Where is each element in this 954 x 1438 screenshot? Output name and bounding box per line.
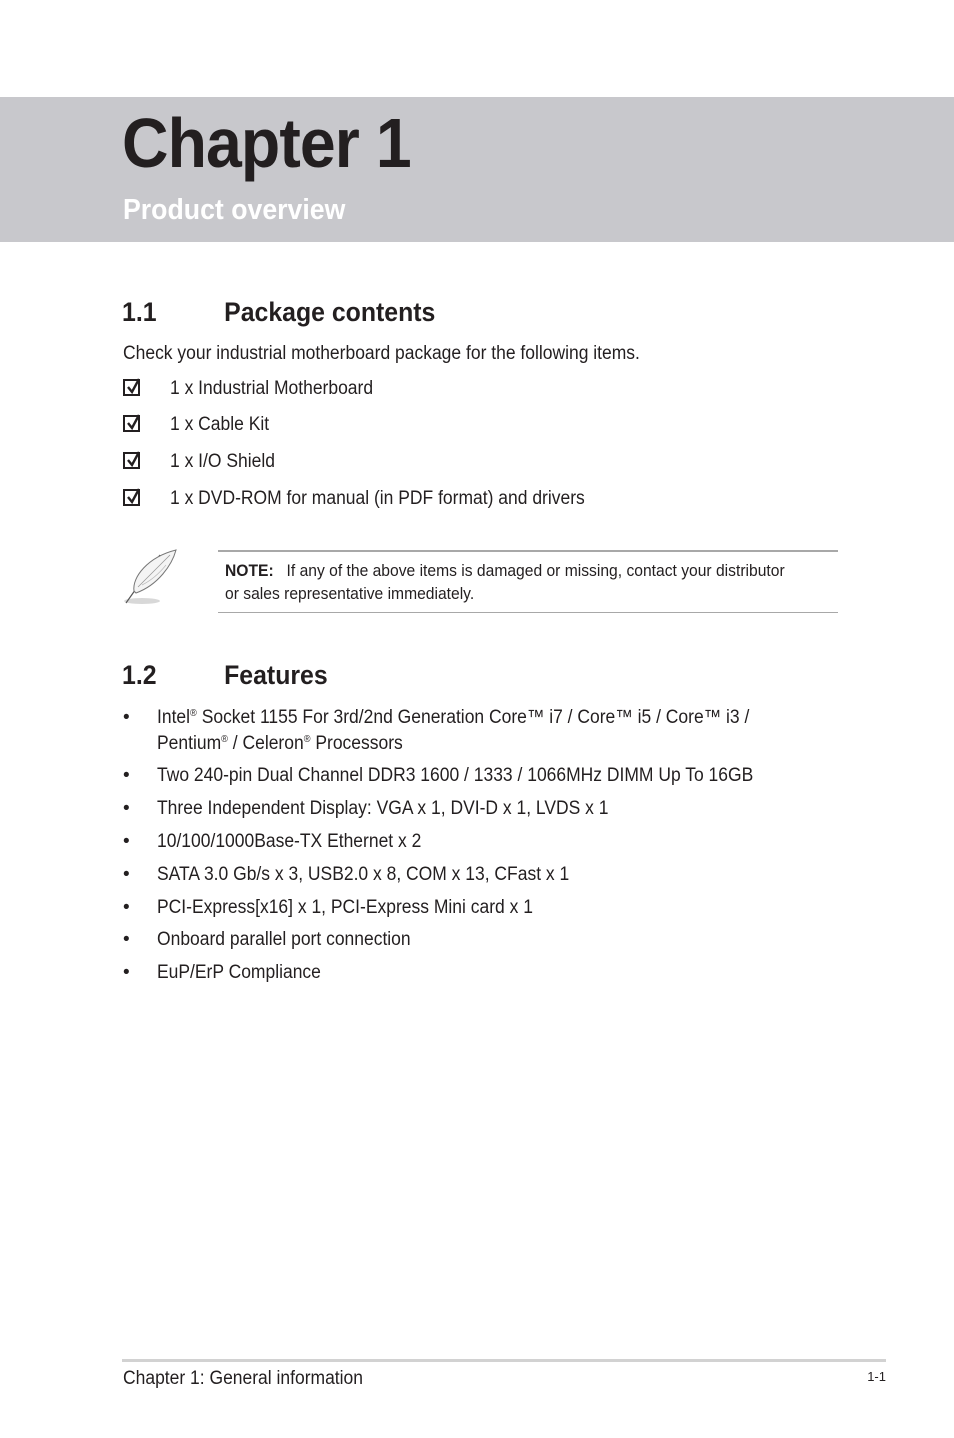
bullet-icon: • [123,707,130,728]
section-number: 1.1 [122,297,157,327]
section-heading-features: 1.2 Features [122,659,328,691]
quill-pen-icon [122,547,180,607]
page-number: 1-1 [867,1369,886,1384]
bullet-icon: • [123,897,130,918]
bullet-icon: • [123,864,130,885]
note-bottom-rule [218,612,838,613]
note-box: NOTE: If any of the above items is damage… [122,545,838,615]
bullet-icon: • [123,798,130,819]
feature-text: Intel® Socket 1155 For 3rd/2nd Generatio… [157,707,750,728]
feature-text: Pentium® / Celeron® Processors [157,733,403,754]
note-body: If any of the above items is damaged or … [225,561,785,603]
footer-chapter-label: Chapter 1: General information [123,1368,364,1389]
package-item-text: 1 x Cable Kit [170,414,270,435]
package-item-text: 1 x Industrial Motherboard [170,378,374,399]
section-title: Package contents [224,297,436,327]
section-heading-package-contents: 1.1 Package contents [122,296,435,328]
chapter-title: Chapter 1 [122,104,412,182]
feature-text: EuP/ErP Compliance [157,962,321,983]
bullet-icon: • [123,962,130,983]
feature-text: Two 240-pin Dual Channel DDR3 1600 / 133… [157,765,754,786]
chapter-subtitle: Product overview [123,194,346,226]
feature-text: SATA 3.0 Gb/s x 3, USB2.0 x 8, COM x 13,… [157,864,570,885]
note-label: NOTE: [225,561,274,580]
bullet-icon: • [123,765,130,786]
note-text: NOTE: If any of the above items is damage… [225,559,795,605]
feature-text: Onboard parallel port connection [157,929,411,950]
feature-text: Three Independent Display: VGA x 1, DVI-… [157,798,609,819]
checkbox-checked-icon [123,378,141,396]
footer-rule [122,1359,886,1362]
section-title: Features [224,660,328,690]
feature-text: PCI-Express[x16] x 1, PCI-Express Mini c… [157,897,533,918]
package-intro: Check your industrial motherboard packag… [123,343,640,364]
checkbox-checked-icon [123,451,141,469]
package-item-text: 1 x I/O Shield [170,451,275,472]
section-number: 1.2 [122,660,157,690]
bullet-icon: • [123,831,130,852]
bullet-icon: • [123,929,130,950]
feature-text: 10/100/1000Base-TX Ethernet x 2 [157,831,422,852]
checkbox-checked-icon [123,414,141,432]
package-item-text: 1 x DVD-ROM for manual (in PDF format) a… [170,488,585,509]
note-top-rule [218,550,838,552]
checkbox-checked-icon [123,488,141,506]
